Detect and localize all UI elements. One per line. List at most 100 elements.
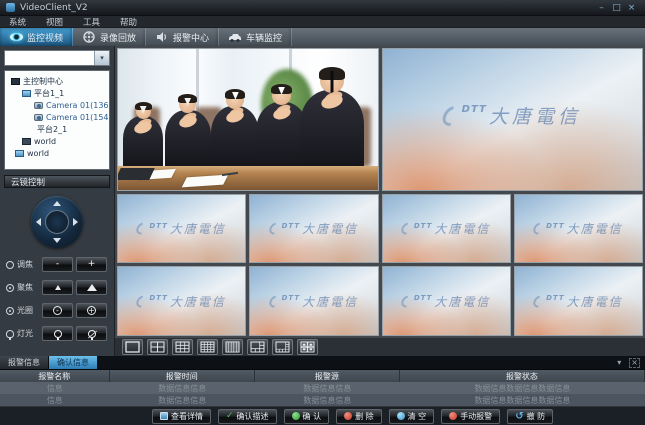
layout-quad-icon <box>300 341 315 353</box>
zoom-in-button[interactable]: + <box>76 257 107 272</box>
tab-playback[interactable]: 录像回放 <box>73 28 146 46</box>
menu-tools[interactable]: 工具 <box>83 16 100 28</box>
ptz-up-icon[interactable] <box>53 201 61 206</box>
confirm-desc-check-icon: ✓ <box>226 411 234 421</box>
disarm-button[interactable]: ↺ 撤 防 <box>507 409 553 424</box>
ptz-left-icon[interactable] <box>36 218 41 226</box>
tree-item-platform-1[interactable]: 平台1_1 <box>7 87 107 99</box>
video-tile-idle[interactable]: DTT大唐電信 <box>514 194 643 264</box>
clear-button[interactable]: 清 空 <box>389 409 435 424</box>
tree-item-control-center[interactable]: 主控制中心 <box>7 75 107 87</box>
tree-item-camera-136[interactable]: Camera 01(136) <box>7 99 107 111</box>
ptz-right-icon[interactable] <box>73 218 78 226</box>
layout-1p7-button[interactable] <box>272 339 293 355</box>
tree-item-camera-154[interactable]: Camera 01(154) <box>7 111 107 123</box>
device-combo[interactable]: ▾ <box>4 50 110 66</box>
col-alarm-name: 报警名称 <box>0 370 110 382</box>
col-alarm-source: 报警源 <box>255 370 400 382</box>
person <box>300 69 364 166</box>
video-tile-idle[interactable]: DTT大唐電信 <box>249 194 378 264</box>
tree-item-world-2[interactable]: world <box>7 147 107 159</box>
layout-4-button[interactable] <box>147 339 168 355</box>
layout-9-icon <box>175 341 190 353</box>
video-tile-idle[interactable]: DTT大唐電信 <box>382 194 511 264</box>
zoom-out-button[interactable]: - <box>42 257 73 272</box>
view-details-button[interactable]: 查看详情 <box>152 409 211 424</box>
collapse-panel-icon[interactable]: ▾ <box>617 359 621 367</box>
focus-far-button[interactable] <box>76 280 107 295</box>
menu-view[interactable]: 视图 <box>46 16 63 28</box>
layout-1p5-icon <box>250 341 265 353</box>
device-icon <box>22 138 31 145</box>
tab-alarm-info[interactable]: 报警信息 <box>0 356 49 369</box>
video-tile-idle[interactable]: DTT大唐電信 <box>117 194 246 264</box>
maximize-button[interactable]: □ <box>609 2 624 14</box>
confirm-icon <box>292 412 300 420</box>
alarm-table-row[interactable]: 信息 数据信息信息 数据信息信息 数据信息数据信息数据信息 <box>0 394 645 406</box>
delete-button[interactable]: 删 除 <box>336 409 382 424</box>
camera-icon <box>34 102 43 109</box>
monitor-icon <box>11 78 20 85</box>
laptop <box>117 168 155 180</box>
confirm-description-button[interactable]: ✓ 确认描述 <box>218 409 277 424</box>
film-icon <box>82 32 96 43</box>
video-tile-live[interactable] <box>117 48 379 191</box>
delete-icon <box>344 412 352 420</box>
focus-near-icon <box>55 285 61 290</box>
layout-16-icon <box>200 341 215 353</box>
chevron-down-icon[interactable]: ▾ <box>94 51 109 65</box>
ptz-panel: 调焦 - + 聚焦 光圈 - + 灯光 <box>4 188 110 350</box>
disarm-icon: ↺ <box>515 411 523 422</box>
details-icon <box>160 412 168 420</box>
datang-watermark: DTT大唐電信 <box>383 220 510 237</box>
iris-close-button[interactable]: - <box>42 303 73 318</box>
video-tile-idle[interactable]: DTT大唐電信 <box>514 266 643 336</box>
ptz-joystick[interactable] <box>31 196 83 248</box>
video-tile-idle[interactable]: DTT大唐電信 <box>117 266 246 336</box>
menu-help[interactable]: 帮助 <box>120 16 137 28</box>
person <box>123 104 163 166</box>
minimize-button[interactable]: – <box>594 2 609 14</box>
person <box>165 96 211 166</box>
alarm-table-row[interactable]: 信息 数据信息信息 数据信息信息 数据信息数据信息数据信息 <box>0 382 645 394</box>
iris-label: 光圈 <box>17 305 33 316</box>
layout-1p7-icon <box>275 341 290 353</box>
layout-1p5-button[interactable] <box>247 339 268 355</box>
alarm-table-header: 报警名称 报警时间 报警源 报警状态 <box>0 370 645 382</box>
tab-monitor-video[interactable]: 监控视频 <box>0 28 73 46</box>
video-tile-idle[interactable]: DTT大唐電信 <box>249 266 378 336</box>
layout-quad-button[interactable] <box>297 339 318 355</box>
layout-1-button[interactable] <box>122 339 143 355</box>
close-button[interactable]: × <box>624 2 639 14</box>
ptz-down-icon[interactable] <box>53 238 61 243</box>
tab-alarm-center[interactable]: 报警中心 <box>146 28 219 46</box>
tree-item-world-1[interactable]: world <box>7 135 107 147</box>
video-tile-idle[interactable]: DTT大唐電信 <box>382 266 511 336</box>
layout-16-button[interactable] <box>197 339 218 355</box>
datang-watermark: DTT大唐電信 <box>515 293 642 310</box>
menu-system[interactable]: 系统 <box>9 16 26 28</box>
manual-alarm-button[interactable]: 手动报警 <box>441 409 500 424</box>
focus-label: 聚焦 <box>17 282 33 293</box>
focus-control-row: 聚焦 <box>6 279 108 296</box>
layout-9-button[interactable] <box>172 339 193 355</box>
close-panel-icon[interactable]: × <box>629 358 640 368</box>
iris-open-button[interactable]: + <box>76 303 107 318</box>
tab-confirm-info[interactable]: 确认信息 <box>49 356 97 369</box>
datang-watermark: DTT大唐電信 <box>118 293 245 310</box>
video-client-window: VideoClient_V2 – □ × 系统 视图 工具 帮助 监控视频 录像… <box>0 0 645 425</box>
light-on-icon <box>54 330 62 338</box>
light-on-button[interactable] <box>42 326 73 341</box>
focus-near-button[interactable] <box>42 280 73 295</box>
tree-item-platform-2[interactable]: 平台2_1 <box>7 123 107 135</box>
video-tile-idle[interactable]: DTT 大唐電信 <box>382 48 644 191</box>
device-combo-value <box>5 51 94 65</box>
tab-vehicle-monitor[interactable]: 车辆监控 <box>219 28 292 46</box>
layout-25-button[interactable] <box>222 339 243 355</box>
light-off-button[interactable] <box>76 326 107 341</box>
light-label: 灯光 <box>17 328 33 339</box>
title-bar: VideoClient_V2 – □ × <box>0 0 645 16</box>
logo-arc-icon <box>134 293 150 309</box>
confirm-button[interactable]: 确 认 <box>284 409 330 424</box>
col-alarm-time: 报警时间 <box>110 370 255 382</box>
